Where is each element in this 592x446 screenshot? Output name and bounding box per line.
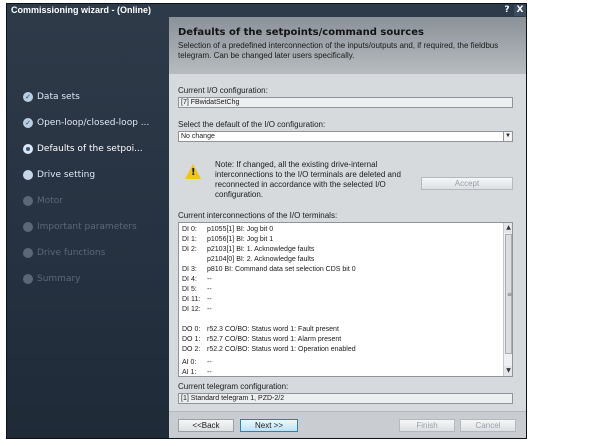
scrollbar-thumb[interactable]: ≡ xyxy=(505,234,512,354)
step-disabled-dot-icon xyxy=(23,196,33,206)
telegram-field: [1] Standard telegram 1, PZD-2/2 xyxy=(178,393,513,404)
terminal-value: r52.7 CO/BO: Status word 1: Alarm presen… xyxy=(207,336,342,343)
help-button[interactable]: ? xyxy=(501,5,513,16)
page-title: Defaults of the setpoints/command source… xyxy=(178,27,424,38)
step-summary: Summary xyxy=(23,272,81,286)
step-label: Summary xyxy=(37,274,81,284)
terminal-value: -- xyxy=(207,276,212,283)
default-io-select[interactable]: No change ▼ xyxy=(178,131,513,142)
terminal-label: AI 1: xyxy=(182,369,197,376)
step-label: Data sets xyxy=(37,92,80,102)
terminal-label: DI 4: xyxy=(182,276,197,283)
warning-note: Note: If changed, all the existing drive… xyxy=(215,160,401,199)
step-drive-functions: Drive functions xyxy=(23,246,105,260)
step-current-dot-icon xyxy=(23,144,33,154)
cancel-button[interactable]: Cancel xyxy=(460,419,516,432)
step-disabled-dot-icon xyxy=(23,248,33,258)
terminal-value: -- xyxy=(207,369,212,376)
finish-button[interactable]: Finish xyxy=(399,419,455,432)
step-important-parameters: Important parameters xyxy=(23,220,137,234)
step-drive-setting[interactable]: Drive setting xyxy=(23,168,95,182)
wizard-steps-sidebar: ✓ Data sets ✓ Open-loop/closed-loop ... … xyxy=(7,17,169,438)
terminal-label: DI 5: xyxy=(182,286,197,293)
terminal-label: DO 2: xyxy=(182,346,201,353)
terminal-label: AI 0: xyxy=(182,359,197,366)
terminal-value: p1055[1] BI: Jog bit 0 xyxy=(207,226,274,233)
terminal-label: DI 1: xyxy=(182,236,197,243)
terminal-value: -- xyxy=(207,296,212,303)
back-button[interactable]: <<Back xyxy=(178,419,234,432)
step-label: Drive setting xyxy=(37,170,96,180)
grip-icon: ≡ xyxy=(507,291,513,298)
step-disabled-dot-icon xyxy=(23,274,33,284)
telegram-label: Current telegram configuration: xyxy=(178,382,289,391)
terminal-label: DO 0: xyxy=(182,326,201,333)
terminal-value: r52.3 CO/BO: Status word 1: Fault presen… xyxy=(207,326,339,333)
terminal-label: DI 3: xyxy=(182,266,197,273)
step-open-closed-loop[interactable]: ✓ Open-loop/closed-loop ... xyxy=(23,116,149,130)
step-label: Drive functions xyxy=(37,248,106,258)
step-pending-dot-icon xyxy=(23,170,33,180)
default-io-value: No change xyxy=(181,133,215,140)
interconnections-list[interactable]: DI 0: p1055[1] BI: Jog bit 0 DI 1: p1056… xyxy=(178,222,513,377)
accept-button[interactable]: Accept xyxy=(421,177,513,190)
terminal-label: DI 12: xyxy=(182,306,201,313)
step-data-sets[interactable]: ✓ Data sets xyxy=(23,90,80,104)
terminal-label: DI 11: xyxy=(182,296,201,303)
terminal-value: p1056[1] BI: Jog bit 1 xyxy=(207,236,274,243)
step-label: Important parameters xyxy=(37,222,137,232)
commissioning-wizard-window: Commissioning wizard - (Online) ? X ✓ Da… xyxy=(6,3,527,439)
terminal-value: p2104[0] BI: 2. Acknowledge faults xyxy=(207,256,315,263)
scroll-down-icon[interactable]: ▼ xyxy=(504,366,512,376)
page-header: Defaults of the setpoints/command source… xyxy=(169,17,526,74)
terminal-value: p2103[1] BI: 1. Acknowledge faults xyxy=(207,246,315,253)
terminal-value: -- xyxy=(207,359,212,366)
step-label: Motor xyxy=(37,196,64,206)
warning-icon-mark: ! xyxy=(191,167,196,178)
step-label: Defaults of the setpoi... xyxy=(37,144,143,154)
window-title: Commissioning wizard - (Online) xyxy=(11,5,152,15)
terminal-value: -- xyxy=(207,306,212,313)
terminal-label: DI 0: xyxy=(182,226,197,233)
page-description: Selection of a predefined interconnectio… xyxy=(178,41,499,60)
step-done-check-icon: ✓ xyxy=(23,92,33,102)
step-label: Open-loop/closed-loop ... xyxy=(37,118,150,128)
scroll-up-icon[interactable]: ▲ xyxy=(504,223,512,233)
current-io-label: Current I/O configuration: xyxy=(178,86,268,95)
chevron-down-icon[interactable]: ▼ xyxy=(503,132,512,141)
window-titlebar[interactable]: Commissioning wizard - (Online) ? X xyxy=(7,4,526,17)
interconnections-scrollbar[interactable]: ▲ ≡ ▼ xyxy=(503,223,512,376)
step-motor: Motor xyxy=(23,194,63,208)
current-io-field: [7] FBwidatSetChg xyxy=(178,97,513,108)
default-io-label: Select the default of the I/O configurat… xyxy=(178,120,326,129)
interconnections-label: Current interconnections of the I/O term… xyxy=(178,211,338,220)
step-done-check-icon: ✓ xyxy=(23,118,33,128)
terminal-value: p810 BI: Command data set selection CDS … xyxy=(207,266,356,273)
terminal-value: r52.2 CO/BO: Status word 1: Operation en… xyxy=(207,346,356,353)
close-button[interactable]: X xyxy=(514,5,526,16)
button-bar: <<Back Next >> Finish Cancel xyxy=(169,411,526,438)
step-disabled-dot-icon xyxy=(23,222,33,232)
terminal-label: DI 2: xyxy=(182,246,197,253)
next-button[interactable]: Next >> xyxy=(240,419,298,432)
content-panel: Defaults of the setpoints/command source… xyxy=(169,17,526,438)
terminal-value: -- xyxy=(207,286,212,293)
terminal-label: DO 1: xyxy=(182,336,201,343)
step-defaults-setpoints[interactable]: Defaults of the setpoi... xyxy=(23,142,143,156)
